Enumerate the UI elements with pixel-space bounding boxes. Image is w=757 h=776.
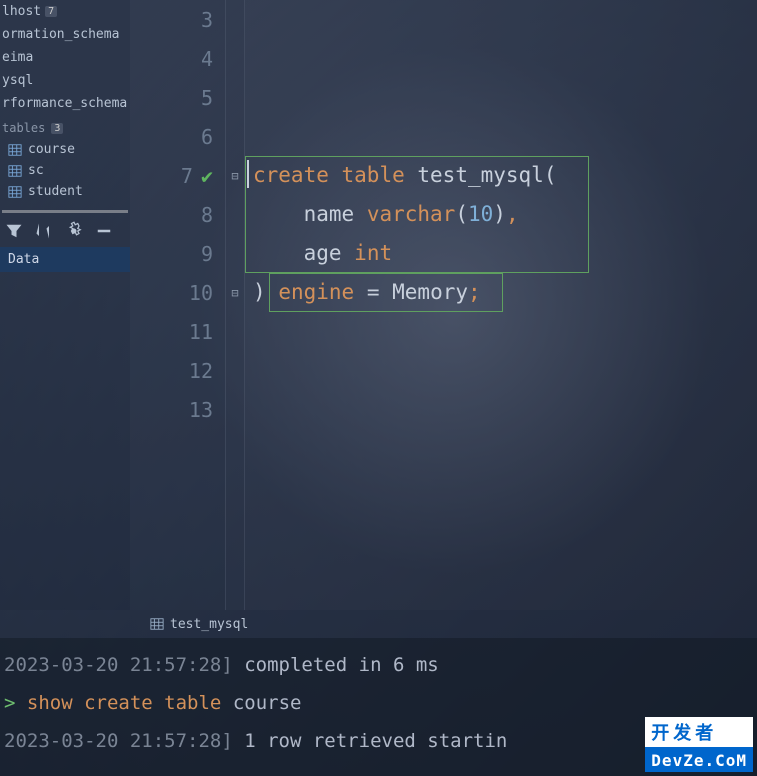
check-icon: ✔ <box>201 164 213 188</box>
fold-close-icon[interactable]: ⊟ <box>226 273 244 312</box>
bottom-tab-test-mysql[interactable]: test_mysql <box>140 613 258 636</box>
table-icon <box>8 164 22 178</box>
sidebar-separator <box>2 210 128 213</box>
line-number: 3 <box>201 8 213 32</box>
code-line <box>253 39 757 78</box>
code-line <box>253 0 757 39</box>
db-label: lhost <box>2 4 41 19</box>
code-line <box>253 312 757 351</box>
table-label: student <box>28 184 83 199</box>
db-label: ormation_schema <box>2 27 119 42</box>
code-line: age int <box>253 234 757 273</box>
database-list: lhost 7 ormation_schema eima ysql rforma… <box>0 0 130 115</box>
filter-icon[interactable] <box>4 221 24 241</box>
line-gutter: 3 4 5 6 7 ✔ 8 9 10 11 12 13 <box>130 0 225 610</box>
code-editor[interactable]: 3 4 5 6 7 ✔ 8 9 10 11 12 13 ⊟ ⊟ <box>130 0 757 610</box>
sidebar-toolbar <box>0 217 130 245</box>
line-number: 6 <box>201 125 213 149</box>
bottom-tab-bar: test_mysql <box>0 610 757 638</box>
cursor <box>247 160 249 188</box>
line-number: 10 <box>189 281 213 305</box>
sidebar: lhost 7 ormation_schema eima ysql rforma… <box>0 0 130 610</box>
db-item-mysql[interactable]: ysql <box>0 69 130 92</box>
table-label: course <box>28 142 75 157</box>
table-label: sc <box>28 163 44 178</box>
code-line <box>253 390 757 429</box>
db-item-localhost[interactable]: lhost 7 <box>0 0 130 23</box>
code-line: ) engine = Memory; <box>253 273 757 312</box>
table-item-student[interactable]: student <box>0 181 130 202</box>
console-output[interactable]: 2023-03-20 21:57:28] completed in 6 ms >… <box>0 638 757 776</box>
sort-icon[interactable] <box>34 221 54 241</box>
line-number: 5 <box>201 86 213 110</box>
watermark-bottom: DevZe.CoM <box>645 749 753 772</box>
code-line: name varchar(10), <box>253 195 757 234</box>
db-item-performance-schema[interactable]: rformance_schema <box>0 92 130 115</box>
code-line <box>253 351 757 390</box>
db-item-heima[interactable]: eima <box>0 46 130 69</box>
watermark-top: 开发者 <box>645 717 753 749</box>
line-number: 11 <box>189 320 213 344</box>
tables-count: 3 <box>51 123 63 134</box>
db-label: ysql <box>2 73 33 88</box>
data-tab[interactable]: Data <box>0 247 130 272</box>
code-line <box>253 78 757 117</box>
console-line: 2023-03-20 21:57:28] 1 row retrieved sta… <box>4 722 753 760</box>
db-label: eima <box>2 50 33 65</box>
code-content[interactable]: create table test_mysql( name varchar(10… <box>245 0 757 610</box>
line-number: 7 <box>181 164 193 188</box>
minus-icon[interactable] <box>94 221 114 241</box>
table-icon <box>8 143 22 157</box>
gear-icon[interactable] <box>64 221 84 241</box>
line-number: 9 <box>201 242 213 266</box>
table-item-sc[interactable]: sc <box>0 160 130 181</box>
table-icon <box>150 617 164 631</box>
tables-section-header[interactable]: tables 3 <box>0 115 130 139</box>
db-badge: 7 <box>45 6 57 17</box>
watermark: 开发者 DevZe.CoM <box>645 717 753 772</box>
fold-open-icon[interactable]: ⊟ <box>226 156 244 195</box>
code-line: create table test_mysql( <box>253 156 757 195</box>
line-number: 8 <box>201 203 213 227</box>
bottom-tab-label: test_mysql <box>170 617 248 632</box>
console-line: 2023-03-20 21:57:28] completed in 6 ms <box>4 646 753 684</box>
console-line: > show create table course <box>4 684 753 722</box>
table-item-course[interactable]: course <box>0 139 130 160</box>
data-tab-label: Data <box>8 252 39 267</box>
fold-column: ⊟ ⊟ <box>225 0 245 610</box>
line-number: 12 <box>189 359 213 383</box>
table-icon <box>8 185 22 199</box>
db-label: rformance_schema <box>2 96 127 111</box>
line-number: 4 <box>201 47 213 71</box>
section-label: tables <box>2 121 45 135</box>
code-line <box>253 117 757 156</box>
db-item-information-schema[interactable]: ormation_schema <box>0 23 130 46</box>
line-number: 13 <box>189 398 213 422</box>
